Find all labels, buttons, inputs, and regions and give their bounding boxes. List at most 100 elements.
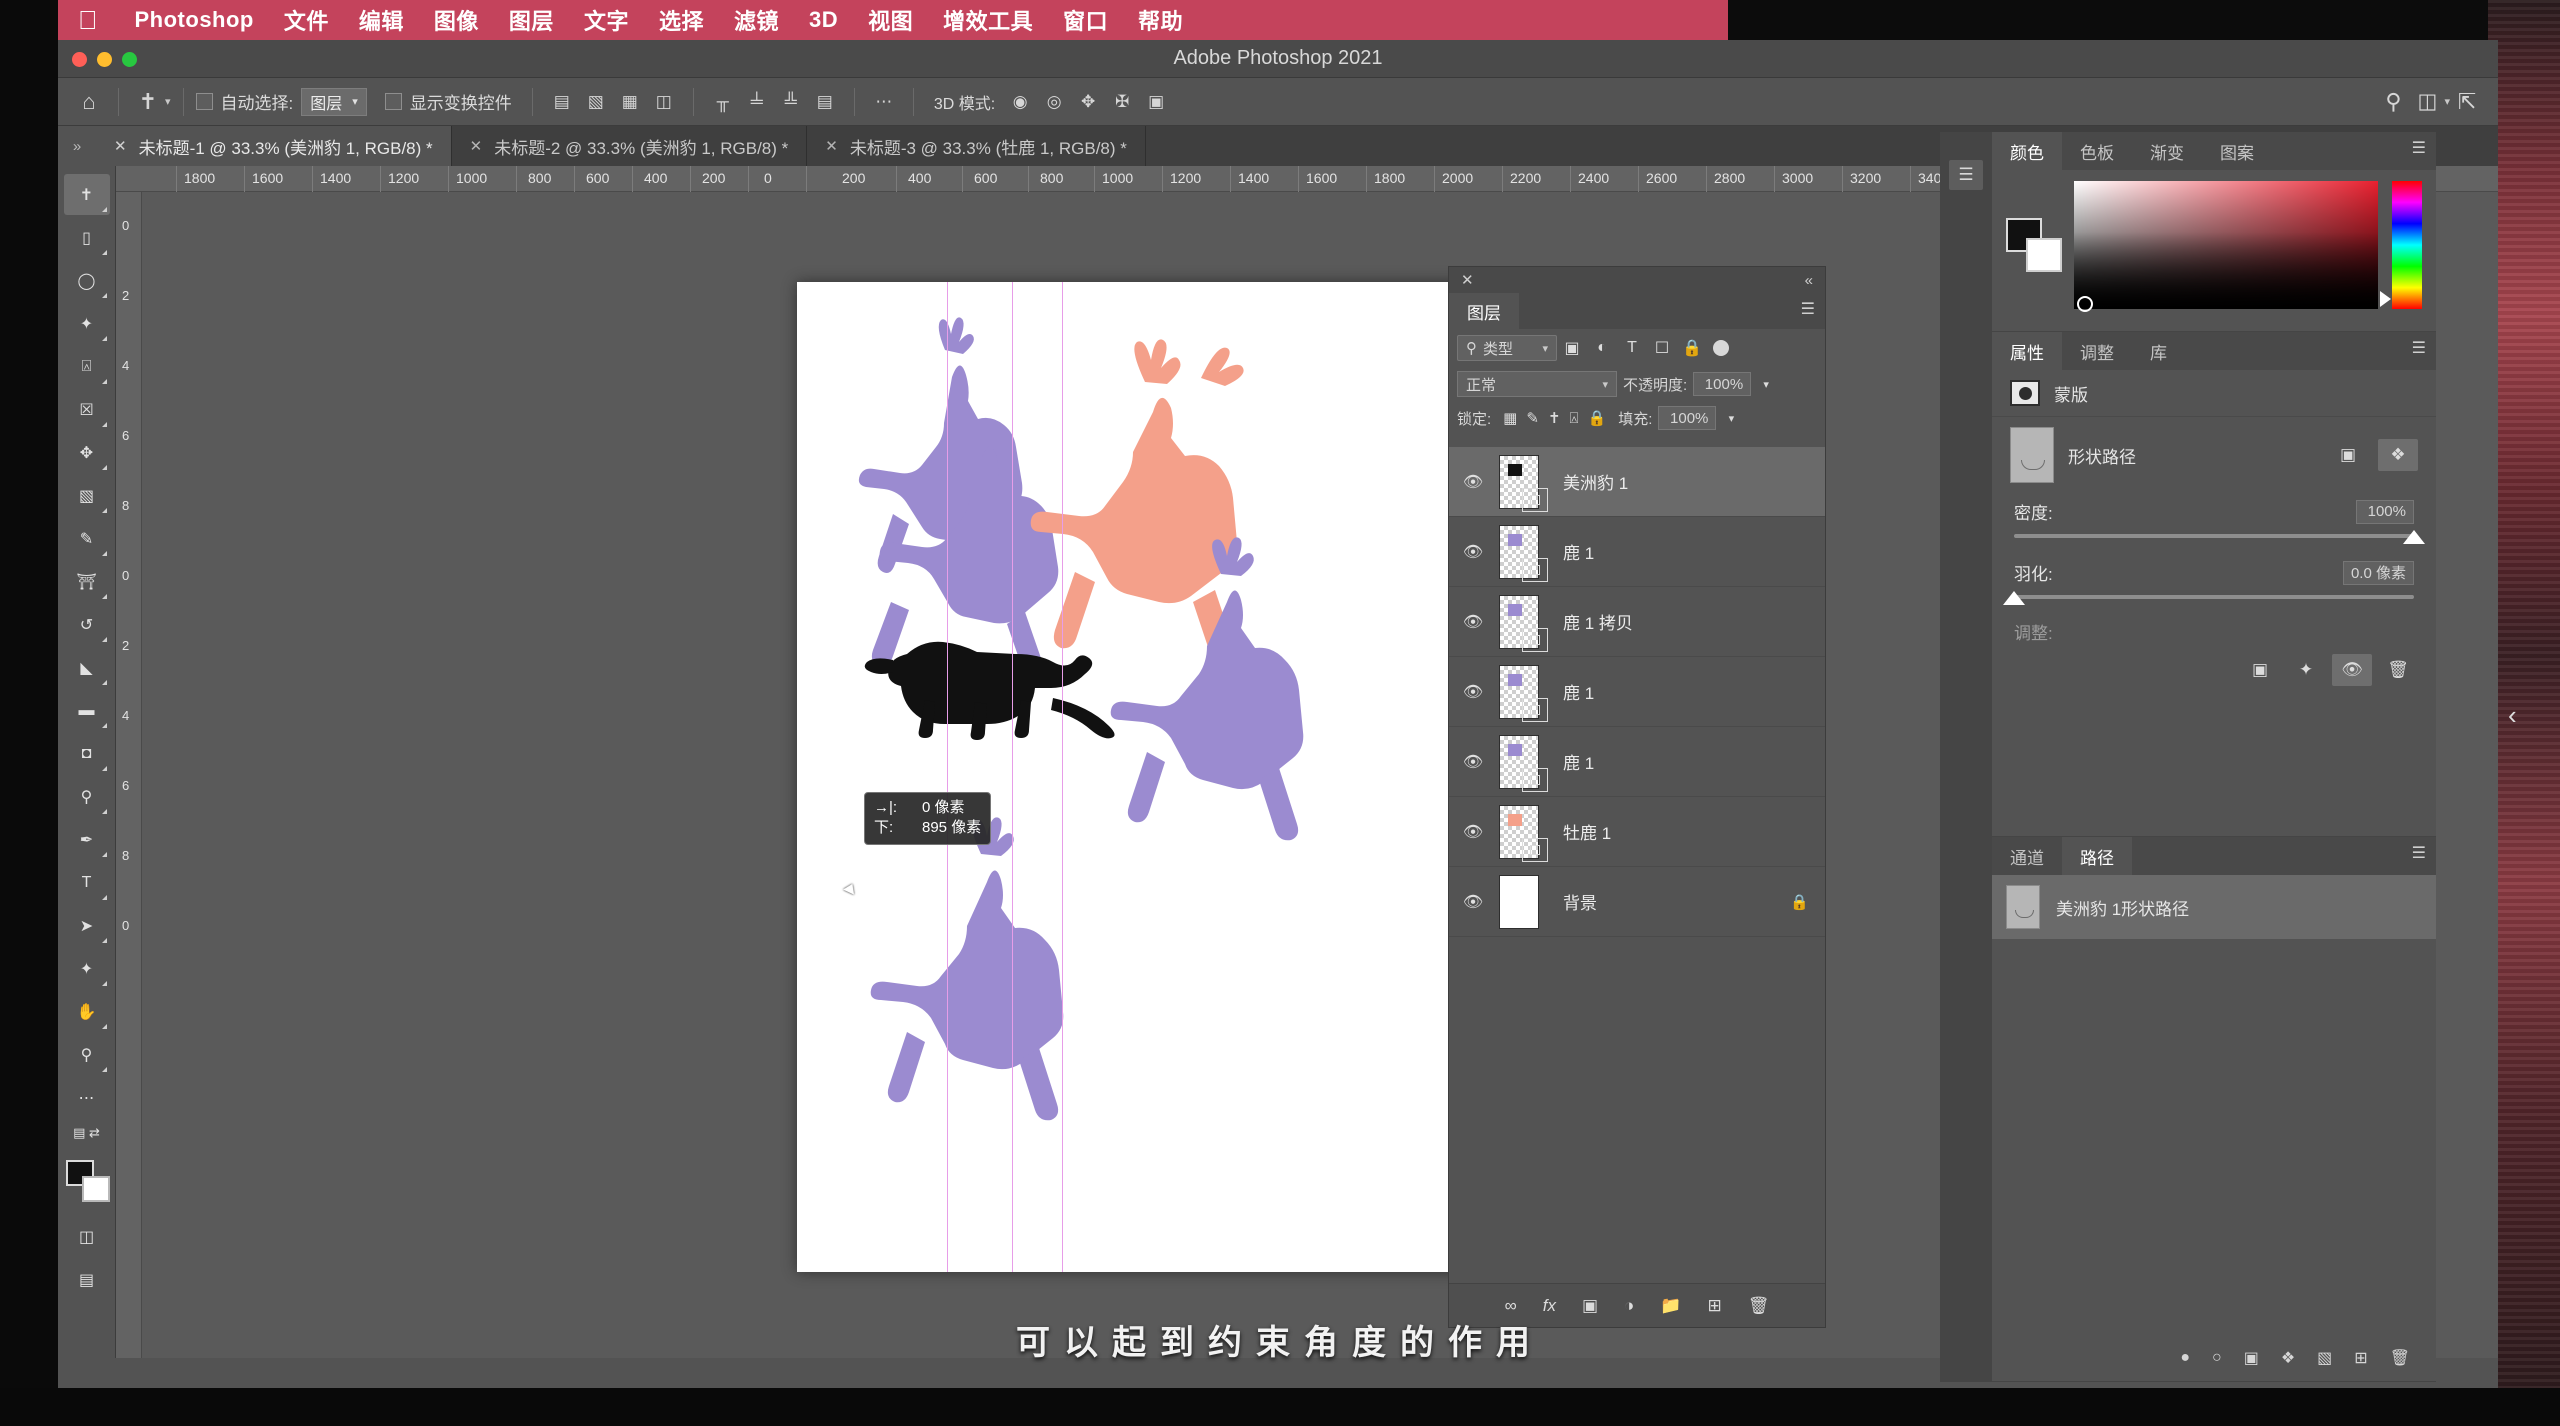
delete-layer-icon[interactable]: 🗑 <box>1748 1296 1770 1316</box>
share-icon[interactable]: ⇱ <box>2450 84 2484 120</box>
lock-artboard-nesting-icon[interactable]: ⍓ <box>1570 410 1579 427</box>
layer-visibility-icon[interactable]: 👁 <box>1455 472 1491 492</box>
quick-mask-toggle[interactable]: ◫ <box>64 1216 110 1257</box>
feather-slider[interactable] <box>2003 591 2414 605</box>
menu-item-file[interactable]: 文件 <box>269 4 344 36</box>
eraser-tool[interactable]: ◣ <box>64 647 110 688</box>
tab-swatches[interactable]: 色板 <box>2062 132 2132 170</box>
tab-color[interactable]: 颜色 <box>1992 132 2062 170</box>
3d-pan-icon[interactable]: ✥ <box>1071 84 1105 120</box>
brush-tool[interactable]: ✎ <box>64 518 110 559</box>
guide-line[interactable] <box>947 282 948 1272</box>
minimize-window-button[interactable] <box>97 52 112 67</box>
menu-item-3d[interactable]: 3D <box>794 7 853 33</box>
layer-visibility-icon[interactable]: 👁 <box>1455 682 1491 702</box>
distribute-vertical-icon[interactable]: ▤ <box>808 84 842 120</box>
menu-item-photoshop[interactable]: Photoshop <box>120 7 269 33</box>
layer-name-0[interactable]: 美洲豹 1 <box>1547 469 1825 494</box>
layer-name-2[interactable]: 鹿 1 拷贝 <box>1547 609 1825 634</box>
type-tool[interactable]: T <box>64 862 110 903</box>
background-color-swatch[interactable] <box>81 1176 110 1202</box>
default-colors-icon[interactable]: ▤ ⇄ <box>64 1120 110 1146</box>
hue-slider-handle[interactable] <box>2380 291 2391 307</box>
document-tab-2[interactable]: ✕ 未标题-2 @ 33.3% (美洲豹 1, RGB/8) * <box>451 126 808 166</box>
layer-name-5[interactable]: 牡鹿 1 <box>1547 819 1825 844</box>
menu-item-plugins[interactable]: 增效工具 <box>928 4 1048 36</box>
tab-properties[interactable]: 属性 <box>1992 332 2062 370</box>
more-options-ellipsis-icon[interactable]: ⋯ <box>867 84 901 120</box>
align-left-edges-icon[interactable]: ▤ <box>545 84 579 120</box>
collapse-icon[interactable]: « <box>1805 272 1813 289</box>
add-layer-mask-icon[interactable]: ▣ <box>1582 1296 1598 1316</box>
layer-thumbnail[interactable] <box>1499 734 1548 792</box>
workspace-chevron-down-icon[interactable]: ▾ <box>2444 95 2450 108</box>
tab-libraries[interactable]: 库 <box>2132 332 2185 370</box>
close-tab-icon[interactable]: ✕ <box>470 137 483 155</box>
tab-channels[interactable]: 通道 <box>1992 837 2062 875</box>
layer-row-3[interactable]: 👁 鹿 1 <box>1449 657 1825 727</box>
vertical-ruler[interactable]: 0 2 4 6 8 0 2 4 6 8 0 <box>116 192 142 1358</box>
new-group-icon[interactable]: 📁 <box>1660 1296 1681 1316</box>
filter-pixel-layers-icon[interactable]: ▣ <box>1557 335 1587 361</box>
layer-name-1[interactable]: 鹿 1 <box>1547 539 1825 564</box>
color-swatches[interactable] <box>64 1158 110 1204</box>
quick-select-tool[interactable]: ✦ <box>64 303 110 344</box>
gradient-tool[interactable]: ▬ <box>64 690 110 731</box>
filter-toggle-switch[interactable] <box>1713 340 1729 356</box>
link-layers-icon[interactable]: ∞ <box>1505 1296 1517 1316</box>
close-tab-icon[interactable]: ✕ <box>114 137 127 155</box>
layer-filter-dropdown[interactable]: ⚲ 类型 ▾ <box>1457 335 1557 361</box>
close-tab-icon[interactable]: ✕ <box>825 137 838 155</box>
select-path-icon[interactable]: ❖ <box>2378 439 2418 471</box>
opacity-chevron-down-icon[interactable]: ▾ <box>1757 378 1775 391</box>
layer-visibility-icon[interactable]: 👁 <box>1455 752 1491 772</box>
density-slider[interactable] <box>2014 530 2425 544</box>
hand-tool[interactable]: ✋ <box>64 991 110 1032</box>
clone-stamp-tool[interactable]: ⛩ <box>64 561 110 602</box>
layer-visibility-icon[interactable]: 👁 <box>1455 612 1491 632</box>
opacity-value[interactable]: 100% <box>1693 372 1752 396</box>
tab-paths[interactable]: 路径 <box>2062 837 2132 875</box>
tab-adjustments[interactable]: 调整 <box>2062 332 2132 370</box>
new-adjustment-layer-icon[interactable]: ◑ <box>1624 1296 1634 1316</box>
dock-expand-chevron-icon[interactable]: ‹ <box>2508 700 2517 731</box>
menu-item-window[interactable]: 窗口 <box>1048 4 1123 36</box>
toggle-mask-icon[interactable]: 👁 <box>2332 654 2372 686</box>
arrange-documents-icon[interactable]: ◫ <box>2410 84 2444 120</box>
filter-smart-object-icon[interactable]: 🔒 <box>1677 335 1707 361</box>
background-color-swatch[interactable] <box>2026 238 2062 272</box>
menu-item-edit[interactable]: 编辑 <box>344 4 419 36</box>
zoom-tool[interactable]: ⚲ <box>64 1034 110 1075</box>
tab-layers[interactable]: 图层 <box>1449 293 1519 329</box>
screen-mode-button[interactable]: ▤ <box>64 1259 110 1300</box>
show-transform-checkbox[interactable] <box>384 93 402 110</box>
layer-thumbnail[interactable] <box>1499 664 1548 722</box>
shape-path-row[interactable]: 形状路径 ▣ ❖ <box>1992 416 2436 493</box>
layer-thumbnail[interactable] <box>1499 594 1548 652</box>
apply-mask-icon[interactable]: ✦ <box>2286 654 2326 686</box>
crop-tool[interactable]: ⍓ <box>64 346 110 387</box>
blend-mode-dropdown[interactable]: 正常 ▾ <box>1457 371 1617 397</box>
window-controls[interactable] <box>72 52 137 67</box>
close-window-button[interactable] <box>72 52 87 67</box>
layer-list[interactable]: 👁 美洲豹 1 👁 鹿 1 👁 鹿 1 拷贝 👁 鹿 1 👁 鹿 1 👁 牡鹿 … <box>1449 447 1825 1283</box>
color-panel-swatches[interactable] <box>2006 218 2062 272</box>
layer-visibility-icon[interactable]: 👁 <box>1455 822 1491 842</box>
feather-slider-handle[interactable] <box>2003 591 2025 605</box>
maximize-window-button[interactable] <box>122 52 137 67</box>
edit-toolbar-button[interactable]: ⋯ <box>64 1077 110 1118</box>
filter-shape-layers-icon[interactable]: ☐ <box>1647 335 1677 361</box>
feather-value[interactable]: 0.0 像素 <box>2342 560 2414 585</box>
move-tool-icon[interactable]: ✝ <box>131 84 165 120</box>
tool-preset-chevron-down-icon[interactable]: ▾ <box>165 95 171 108</box>
align-vertical-centers-icon[interactable]: ╧ <box>740 84 774 120</box>
density-slider-handle[interactable] <box>2403 530 2425 544</box>
shape-path-thumbnail[interactable] <box>2010 427 2054 483</box>
add-vector-mask-icon[interactable]: ▣ <box>2328 439 2368 471</box>
distribute-horizontal-icon[interactable]: ◫ <box>647 84 681 120</box>
menu-item-filter[interactable]: 滤镜 <box>719 4 794 36</box>
hue-slider[interactable] <box>2380 181 2422 309</box>
close-icon[interactable]: ✕ <box>1461 271 1474 289</box>
guide-line[interactable] <box>1012 282 1013 1272</box>
shape-tool[interactable]: ✦ <box>64 948 110 989</box>
